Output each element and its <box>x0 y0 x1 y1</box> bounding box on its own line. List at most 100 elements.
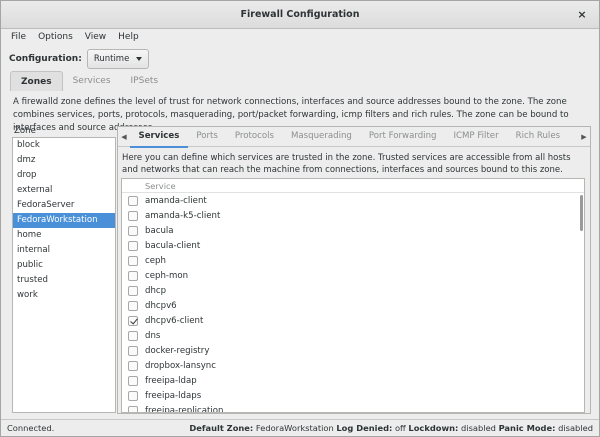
lockdown-label: Lockdown: <box>408 423 459 433</box>
service-row[interactable]: freeipa-replication <box>122 403 584 413</box>
zone-heading: Zone <box>14 126 36 136</box>
zone-item-trusted[interactable]: trusted <box>13 273 115 288</box>
service-checkbox[interactable] <box>128 375 138 386</box>
close-icon[interactable]: × <box>575 1 589 29</box>
services-description: Here you can define which services are t… <box>122 153 571 175</box>
zone-list: block dmz drop external FedoraServer FedoraWo… <box>12 137 116 413</box>
service-checkbox[interactable] <box>128 360 138 371</box>
chevron-right-icon[interactable]: ▶ <box>578 133 590 141</box>
service-checkbox[interactable] <box>128 405 138 412</box>
service-name: dhcpv6-client <box>145 315 204 326</box>
service-row[interactable]: dhcpv6 <box>122 298 584 313</box>
zone-settings-panel: ◀ Services Ports Protocols Masquerading Port… <box>117 126 591 414</box>
service-row[interactable]: ceph <box>122 253 584 268</box>
zone-item-drop[interactable]: drop <box>13 168 115 183</box>
chevron-left-icon[interactable]: ◀ <box>118 133 130 141</box>
window-title: Firewall Configuration <box>240 9 360 20</box>
service-row[interactable]: freeipa-ldap <box>122 373 584 388</box>
service-name: amanda-client <box>145 195 207 206</box>
zone-item-fedoraserver[interactable]: FedoraServer <box>13 198 115 213</box>
service-name: amanda-k5-client <box>145 210 221 221</box>
zone-item-work[interactable]: work <box>13 288 115 303</box>
service-checkbox[interactable] <box>128 300 138 311</box>
service-checkbox[interactable] <box>128 330 138 341</box>
service-name: freeipa-ldaps <box>145 390 202 401</box>
service-checkbox[interactable] <box>128 255 138 266</box>
tab-zones[interactable]: Zones <box>10 71 63 91</box>
zone-item-public[interactable]: public <box>13 258 115 273</box>
main-tabs: Zones Services IPSets <box>10 71 168 91</box>
menu-options[interactable]: Options <box>32 29 79 46</box>
service-checkbox[interactable] <box>128 270 138 281</box>
zone-item-fedoraworkstation[interactable]: FedoraWorkstation <box>13 213 115 228</box>
sub-tab-ports[interactable]: Ports <box>188 126 227 148</box>
default-zone-value: FedoraWorkstation <box>255 423 334 433</box>
menu-bar: File Options View Help <box>1 29 599 46</box>
service-row[interactable]: dns <box>122 328 584 343</box>
service-name: dhcpv6 <box>145 300 177 311</box>
chevron-down-icon <box>135 57 142 61</box>
menu-help[interactable]: Help <box>112 29 145 46</box>
service-row[interactable]: ceph-mon <box>122 268 584 283</box>
panic-mode-value: disabled <box>558 423 593 433</box>
tab-ipsets[interactable]: IPSets <box>121 71 169 91</box>
configuration-label: Configuration: <box>9 54 82 64</box>
zone-item-home[interactable]: home <box>13 228 115 243</box>
service-checkbox[interactable] <box>128 390 138 401</box>
service-checkbox[interactable] <box>128 285 138 296</box>
sub-tab-services[interactable]: Services <box>130 126 188 148</box>
firewall-window: Firewall Configuration × File Options View… <box>0 0 600 437</box>
menu-file[interactable]: File <box>5 29 32 46</box>
default-zone-label: Default Zone: <box>189 423 254 433</box>
status-summary: Default Zone: FedoraWorkstation Log Deni… <box>189 423 593 433</box>
service-checkbox[interactable] <box>128 240 138 251</box>
configuration-dropdown[interactable]: Runtime <box>86 49 149 69</box>
sub-tab-masquerading[interactable]: Masquerading <box>282 126 360 148</box>
sub-tab-rich-rules[interactable]: Rich Rules <box>507 126 568 148</box>
titlebar: Firewall Configuration × <box>1 1 599 29</box>
log-denied-label: Log Denied: <box>336 423 393 433</box>
service-row[interactable]: amanda-k5-client <box>122 208 584 223</box>
services-column-header[interactable]: Service <box>122 179 584 193</box>
service-name: dns <box>145 330 161 341</box>
service-name: dropbox-lansync <box>145 360 216 371</box>
service-checkbox[interactable] <box>128 225 138 236</box>
log-denied-value: off <box>394 423 406 433</box>
service-row[interactable]: bacula <box>122 223 584 238</box>
service-name: freeipa-ldap <box>145 375 197 386</box>
sub-tab-icmp-filter[interactable]: ICMP Filter <box>445 126 507 148</box>
service-row[interactable]: bacula-client <box>122 238 584 253</box>
sub-tab-protocols[interactable]: Protocols <box>226 126 282 148</box>
zone-item-dmz[interactable]: dmz <box>13 153 115 168</box>
service-row[interactable]: dhcp <box>122 283 584 298</box>
service-name: dhcp <box>145 285 167 296</box>
service-name: docker-registry <box>145 345 210 356</box>
service-checkbox[interactable] <box>128 345 138 356</box>
service-name: ceph <box>145 255 166 266</box>
sub-tabs-strip: Services Ports Protocols Masquerading Port F… <box>130 126 578 148</box>
tab-services[interactable]: Services <box>63 71 121 91</box>
service-name: ceph-mon <box>145 270 189 281</box>
menu-view[interactable]: View <box>79 29 112 46</box>
service-name: freeipa-replication <box>145 405 224 413</box>
zone-item-block[interactable]: block <box>13 138 115 153</box>
service-checkbox[interactable] <box>128 195 138 206</box>
zone-item-internal[interactable]: internal <box>13 243 115 258</box>
service-row[interactable]: amanda-client <box>122 193 584 208</box>
zone-item-external[interactable]: external <box>13 183 115 198</box>
configuration-row: Configuration: Runtime <box>9 48 149 70</box>
services-scrollbar[interactable] <box>580 195 583 231</box>
service-checkbox[interactable] <box>128 210 138 221</box>
lockdown-value: disabled <box>461 423 496 433</box>
connection-status: Connected. <box>7 423 55 433</box>
service-row[interactable]: freeipa-ldaps <box>122 388 584 403</box>
service-row[interactable]: dhcpv6-client <box>122 313 584 328</box>
configuration-value: Runtime <box>93 54 130 64</box>
sub-tab-port-forwarding[interactable]: Port Forwarding <box>360 126 445 148</box>
service-checkbox[interactable] <box>128 315 138 326</box>
services-rows: amanda-client amanda-k5-client bacula bacul… <box>122 193 584 413</box>
service-row[interactable]: docker-registry <box>122 343 584 358</box>
panic-mode-label: Panic Mode: <box>498 423 556 433</box>
service-row[interactable]: dropbox-lansync <box>122 358 584 373</box>
service-name: bacula <box>145 225 174 236</box>
